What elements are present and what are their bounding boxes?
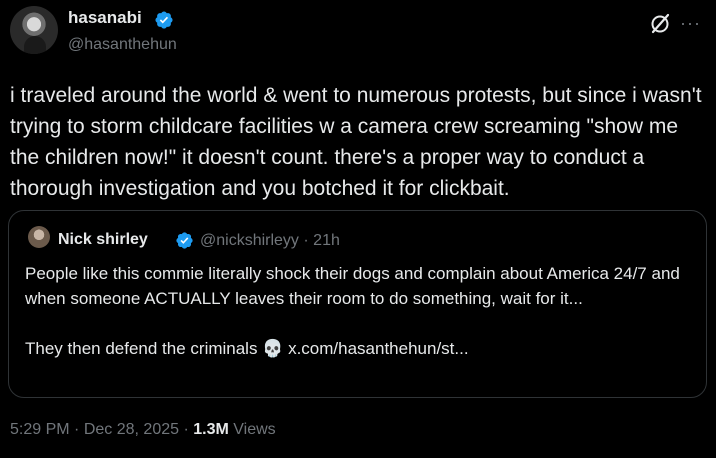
quoted-author-display-name[interactable]: Nick shirley [58, 231, 148, 249]
dot-separator: · [303, 232, 309, 249]
author-avatar[interactable] [10, 6, 58, 54]
quoted-author-handle-time[interactable]: @nickshirleyy · 21h [200, 232, 340, 250]
quoted-author-handle[interactable]: @nickshirleyy [200, 232, 299, 249]
verified-badge-icon [155, 11, 173, 29]
quoted-author-avatar[interactable] [28, 226, 50, 248]
dot-separator: · [74, 421, 80, 438]
quoted-tweet[interactable]: Nick shirley @nickshirleyy · 21h People … [8, 210, 707, 398]
quoted-tweet-text: People like this commie literally shock … [25, 264, 680, 358]
author-handle[interactable]: @hasanthehun [68, 36, 177, 54]
tweet-text: i traveled around the world & went to nu… [10, 84, 708, 200]
dot-separator: · [183, 421, 189, 438]
tweet-time[interactable]: 5:29 PM [10, 421, 70, 438]
more-options-icon[interactable]: ··· [680, 14, 706, 32]
views-label: Views [233, 421, 276, 438]
verified-badge-icon [176, 232, 193, 249]
author-display-name[interactable]: hasanabi [68, 8, 142, 28]
tweet-meta: 5:29 PM · Dec 28, 2025 · 1.3M Views [10, 421, 276, 439]
views-count: 1.3M [193, 421, 229, 438]
grok-icon[interactable] [648, 12, 672, 36]
quoted-timestamp[interactable]: 21h [313, 232, 340, 249]
tweet-date[interactable]: Dec 28, 2025 [84, 421, 179, 438]
